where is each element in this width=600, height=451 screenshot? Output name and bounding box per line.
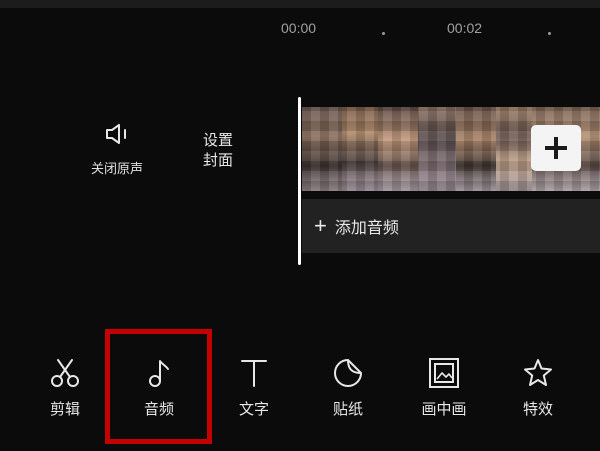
mute-original-audio-button[interactable]: 关闭原声 [82,122,152,177]
tool-label: 画中画 [421,400,467,418]
time-marker-0: 00:00 [281,20,317,36]
ruler-dot [548,32,551,35]
tool-label: 贴纸 [332,400,363,418]
tool-effects[interactable]: 特效 [503,356,573,419]
time-marker-2: 00:02 [447,20,483,36]
highlight-box [105,329,212,444]
scissors-icon [51,359,79,387]
timeline-ruler: 00:00 00:02 [0,8,600,48]
cover-label-line1: 设置 [202,131,233,149]
playhead[interactable] [298,97,301,265]
tool-edit[interactable]: 剪辑 [30,356,100,419]
ruler-dot [382,32,385,35]
tool-label: 剪辑 [49,400,80,418]
picture-in-picture-icon [429,358,459,388]
tool-sticker[interactable]: 贴纸 [313,356,383,419]
tool-label: 文字 [238,400,269,418]
mute-label: 关闭原声 [90,162,143,177]
sticker-icon [334,359,362,387]
star-effects-icon [524,359,552,386]
tool-picture-in-picture[interactable]: 画中画 [409,356,479,419]
tool-label: 特效 [522,400,553,418]
text-icon [241,360,267,387]
top-bar [0,0,600,8]
tool-text[interactable]: 文字 [219,356,289,419]
speaker-mute-icon [106,124,126,144]
cover-label-line2: 封面 [202,151,233,169]
add-audio-label: 添加音频 [334,218,399,237]
add-clip-button[interactable] [531,125,581,171]
set-cover-button[interactable]: 设置 封面 [190,130,246,170]
add-audio-track[interactable]: + 添加音频 [302,199,600,253]
plus-icon: + [314,213,327,238]
